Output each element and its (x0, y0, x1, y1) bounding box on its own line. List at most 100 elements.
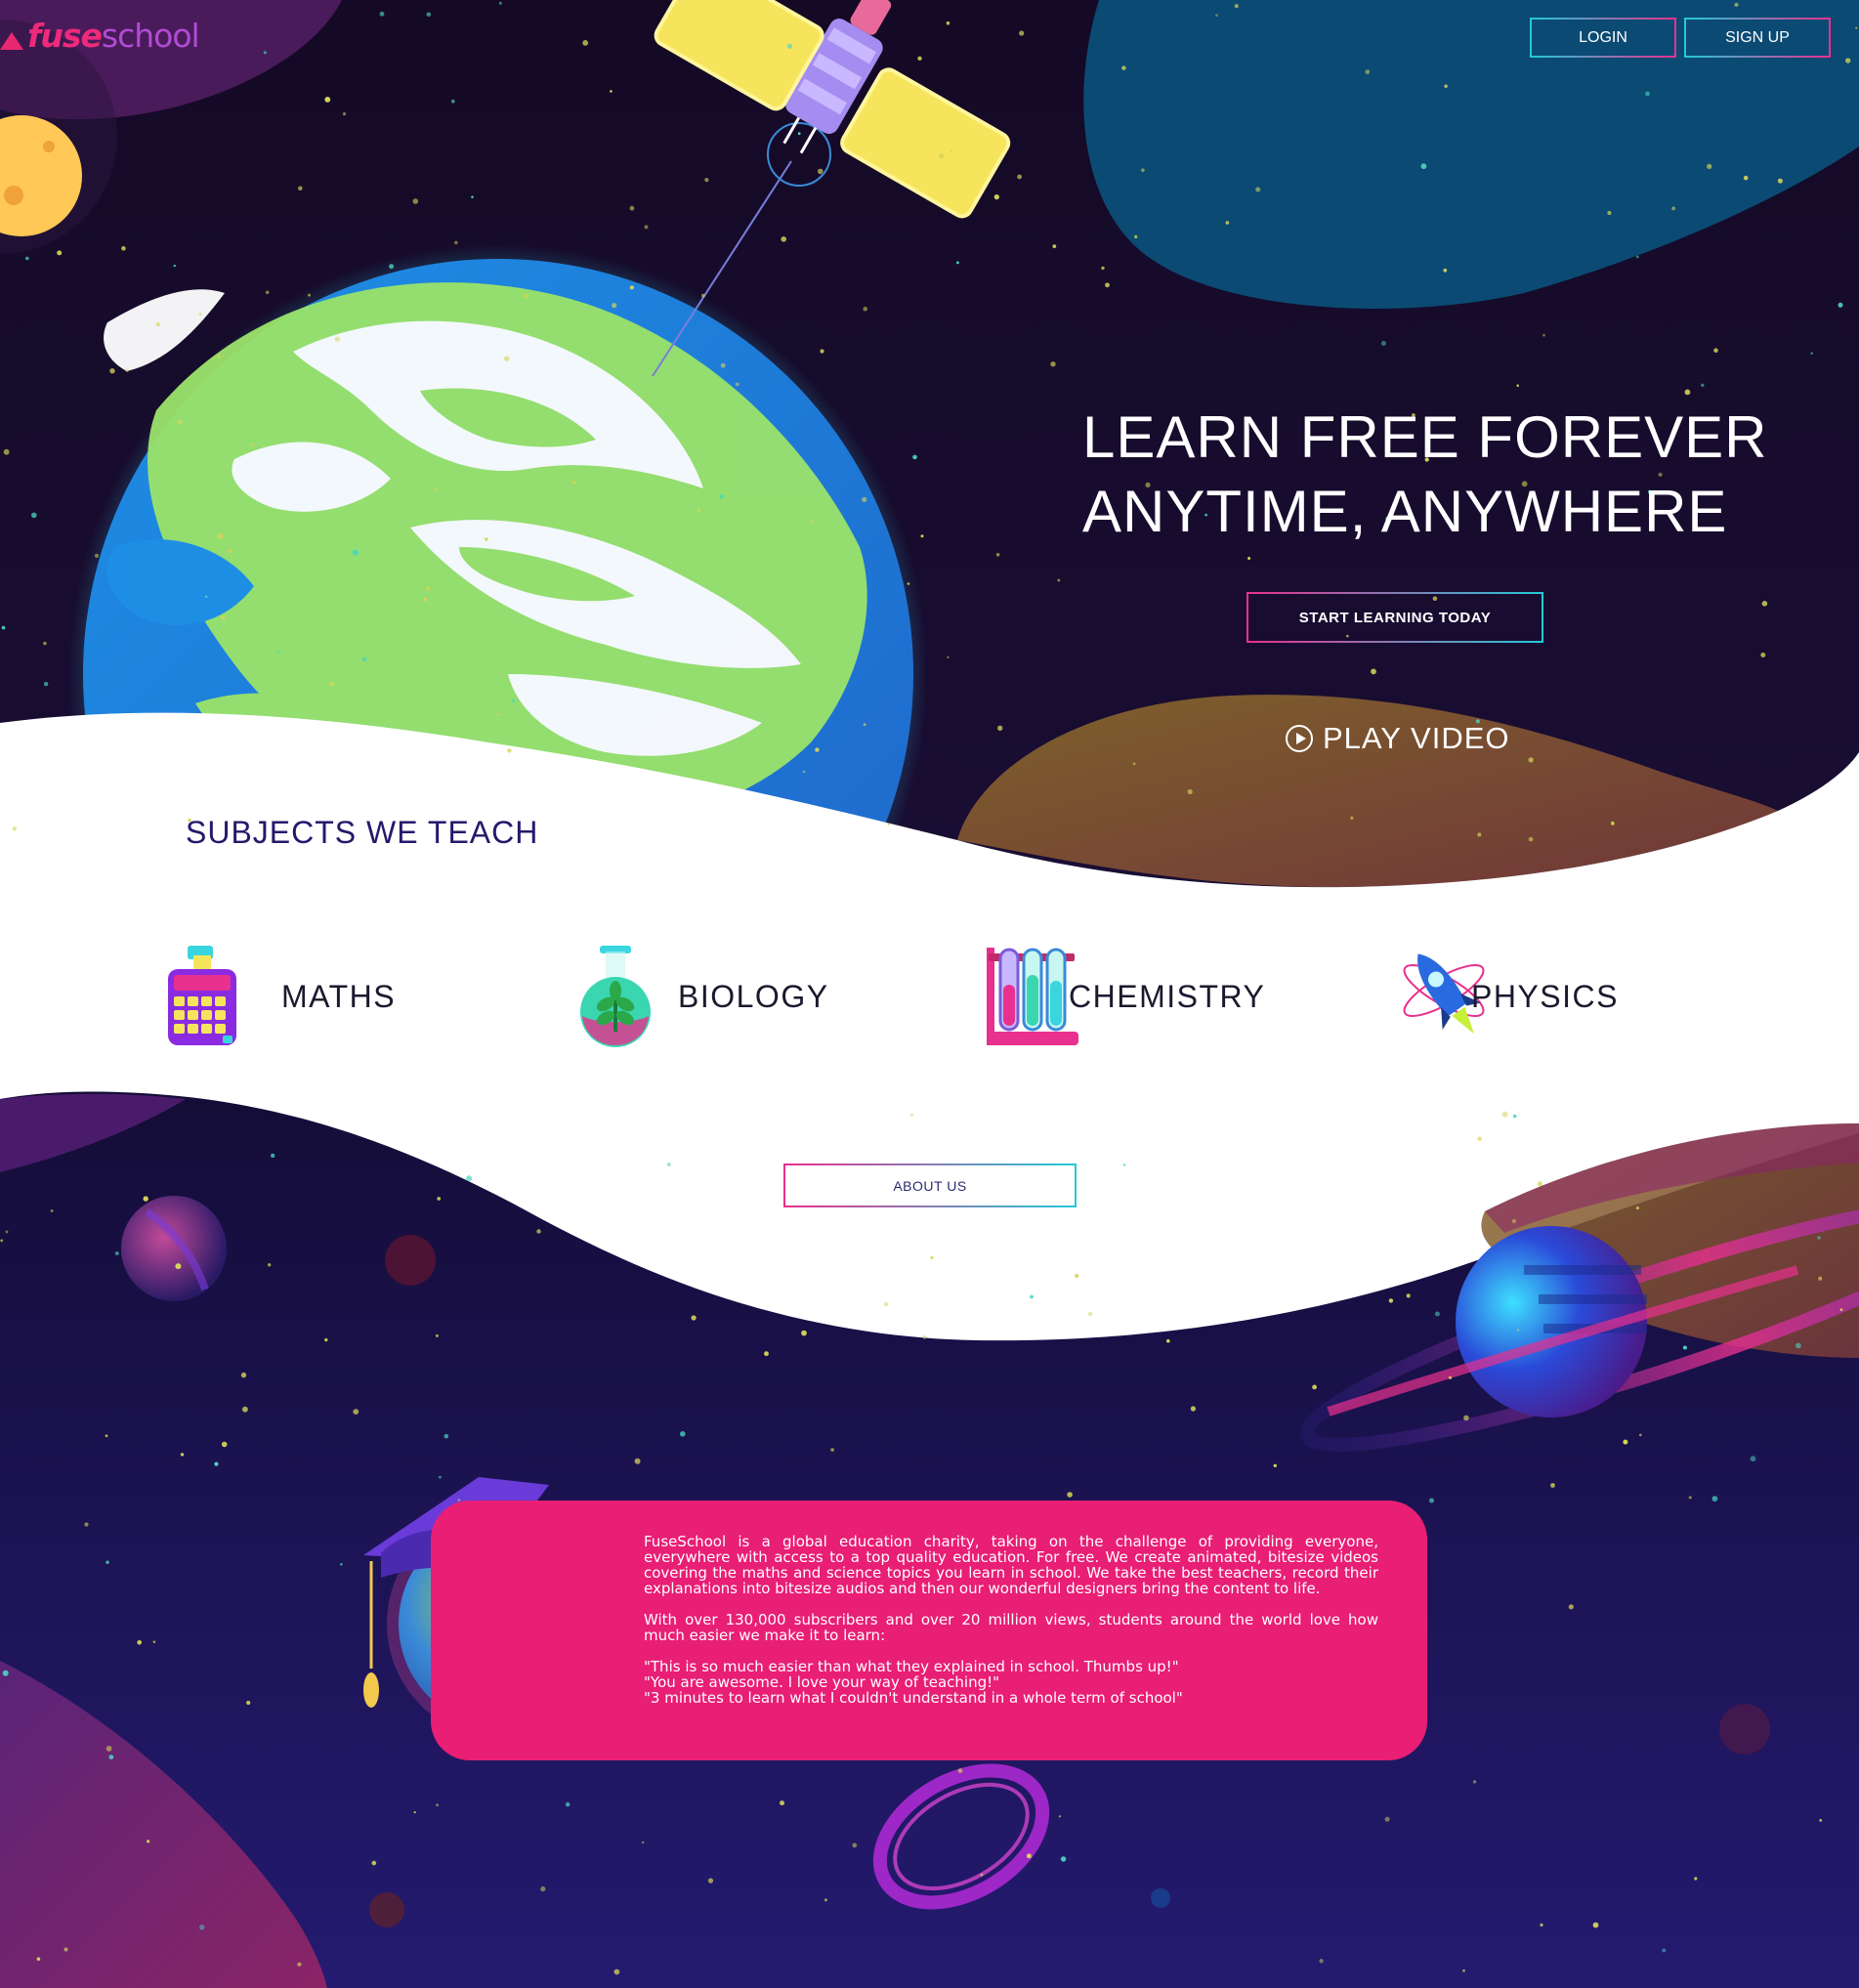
star-dot (198, 313, 202, 316)
subject-chemistry-label: CHEMISTRY (1069, 978, 1266, 1014)
star-dot (246, 1700, 251, 1706)
hero-title-line-2: ANYTIME, ANYWHERE (1082, 479, 1728, 544)
star-dot (1190, 1406, 1196, 1412)
star-dot (1635, 255, 1639, 259)
star-dot (1713, 348, 1718, 354)
subject-chemistry[interactable]: CHEMISTRY (987, 943, 1265, 1050)
star-dot (1777, 178, 1783, 184)
star-dot (240, 1372, 247, 1378)
subject-physics[interactable]: PHYSICS (1397, 943, 1619, 1050)
star-dot (523, 292, 529, 299)
star-dot (1371, 668, 1376, 675)
star-dot (217, 532, 224, 539)
star-dot (2, 1670, 9, 1676)
star-dot (1810, 352, 1814, 355)
star-dot (108, 1755, 114, 1759)
star-dot (955, 261, 959, 265)
start-learning-button[interactable]: START LEARNING TODAY (1246, 592, 1543, 643)
star-dot (1501, 1111, 1508, 1118)
star-dot (451, 99, 455, 104)
star-dot (1818, 1276, 1823, 1281)
star-dot (1513, 1114, 1517, 1119)
star-dot (121, 246, 126, 251)
star-dot (1838, 302, 1843, 308)
star-dot (1511, 1218, 1517, 1224)
star-dot (1057, 578, 1061, 582)
star-dot (496, 713, 500, 716)
star-dot (1694, 1877, 1698, 1881)
star-dot (997, 725, 1003, 731)
star-dot (12, 826, 17, 831)
subject-maths[interactable]: MATHS (166, 943, 396, 1050)
star-dot (1537, 1181, 1542, 1187)
signup-button[interactable]: SIGN UP (1684, 18, 1831, 58)
star-dot (938, 153, 945, 159)
about-paragraph-1: FuseSchool is a global education charity… (644, 1533, 1378, 1597)
login-button[interactable]: LOGIN (1530, 18, 1676, 58)
subject-biology[interactable]: BIOLOGY (576, 943, 829, 1050)
star-dot (1516, 1329, 1520, 1332)
star-dot (180, 1453, 185, 1457)
star-dot (719, 494, 724, 498)
play-icon (1286, 725, 1313, 752)
star-dot (995, 553, 1000, 557)
star-dot (63, 1947, 68, 1952)
star-dot (946, 21, 951, 25)
star-dot (94, 553, 100, 559)
star-dot (413, 1810, 416, 1814)
play-video-label: PLAY VIDEO (1323, 721, 1510, 755)
star-dot (691, 1315, 697, 1321)
star-dot (1477, 1136, 1482, 1142)
star-dot (824, 1898, 827, 1902)
star-dot (704, 178, 709, 183)
star-dot (993, 194, 999, 200)
star-dot (444, 1433, 449, 1439)
star-dot (863, 306, 867, 312)
star-dot (1443, 268, 1448, 273)
star-dot (1058, 1815, 1062, 1818)
star-dot (1434, 1311, 1440, 1317)
star-dot (820, 349, 824, 354)
calculator-icon (168, 946, 236, 1045)
star-dot (1472, 1780, 1477, 1784)
star-dot (43, 641, 47, 646)
star-dot (43, 682, 49, 687)
star-dot (862, 496, 867, 502)
star-dot (214, 1461, 219, 1466)
star-dot (947, 656, 950, 658)
star-dot (5, 1230, 9, 1234)
star-dot (1273, 1463, 1278, 1468)
star-dot (31, 512, 37, 519)
about-paragraph-2: With over 130,000 subscribers and over 2… (644, 1611, 1378, 1644)
star-dot (1639, 1433, 1642, 1437)
star-dot (801, 1330, 807, 1336)
star-dot (1312, 1384, 1317, 1390)
star-dot (1388, 1298, 1394, 1303)
star-dot (810, 520, 814, 523)
star-dot (3, 448, 10, 455)
star-dot (830, 1448, 834, 1452)
star-dot (1707, 163, 1712, 169)
star-dot (221, 1441, 228, 1448)
star-dot (930, 1255, 934, 1259)
star-dot (1026, 1853, 1032, 1859)
star-dot (276, 650, 280, 654)
star-dot (1122, 1163, 1126, 1166)
star-dot (1623, 1439, 1628, 1445)
star-dot (436, 1803, 439, 1806)
star-dot (221, 615, 226, 620)
star-dot (1817, 1236, 1821, 1240)
star-dot (308, 293, 311, 297)
star-dot (1121, 65, 1126, 70)
logo-triangle-icon (0, 32, 23, 50)
fuseschool-logo[interactable]: fuseschool (0, 14, 200, 57)
star-dot (629, 285, 635, 290)
star-dot (353, 1409, 359, 1415)
star-dot (1845, 58, 1851, 63)
star-dot (334, 336, 340, 342)
star-dot (204, 595, 208, 599)
about-us-button[interactable]: ABOUT US (783, 1163, 1077, 1207)
star-dot (1662, 1948, 1667, 1953)
play-video-button[interactable]: PLAY VIDEO (1286, 721, 1510, 756)
star-dot (485, 537, 488, 541)
